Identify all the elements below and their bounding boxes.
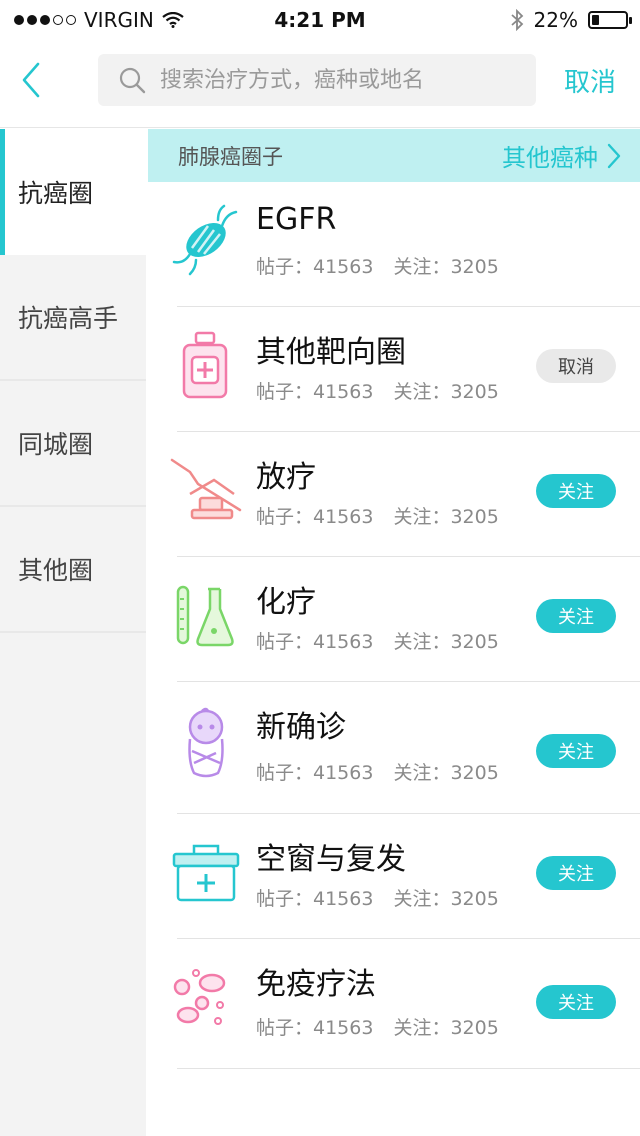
post-count: 帖子：41563 [256,256,374,278]
circle-stats: 帖子：41563 关注：3205 [256,502,499,529]
sidebar: 抗癌圈 抗癌高手 同城圈 其他圈 [0,129,146,1136]
follower-count: 关注：3205 [393,1017,499,1039]
follower-count: 关注：3205 [393,762,499,784]
circle-name: 化疗 [256,585,316,620]
cells-icon [173,969,226,1025]
post-count: 帖子：41563 [256,888,374,910]
unfollow-button[interactable]: 取消 [536,349,616,383]
follow-button[interactable]: 关注 [536,734,616,768]
follower-count: 关注：3205 [393,506,499,528]
circle-name: EGFR [256,202,337,237]
nav-bar: 取消 [0,40,640,128]
list-item[interactable]: 化疗 帖子：41563 关注：3205 关注 [148,557,640,682]
category-header: 肺腺癌圈子 其他癌种 [148,129,640,182]
bluetooth-icon [510,9,523,31]
circle-name: 其他靶向圈 [256,335,406,370]
radiotherapy-bed-icon [170,458,242,520]
list-item[interactable]: 放疗 帖子：41563 关注：3205 关注 [148,432,640,557]
list-item[interactable]: 免疫疗法 帖子：41563 关注：3205 关注 [148,939,640,1069]
category-title: 肺腺癌圈子 [178,144,283,169]
circle-stats: 帖子：41563 关注：3205 [256,758,499,785]
circle-name: 空窗与复发 [256,842,406,877]
post-count: 帖子：41563 [256,631,374,653]
follow-button[interactable]: 关注 [536,856,616,890]
sidebar-item-local-circle[interactable]: 同城圈 [0,381,146,507]
circle-stats: 帖子：41563 关注：3205 [256,377,499,404]
dna-icon [172,204,238,276]
other-cancer-types-label: 其他癌种 [502,144,598,172]
follow-button[interactable]: 关注 [536,599,616,633]
list-item[interactable]: 其他靶向圈 帖子：41563 关注：3205 取消 [148,307,640,432]
circle-stats: 帖子：41563 关注：3205 [256,252,499,279]
list-item[interactable]: 新确诊 帖子：41563 关注：3205 关注 [148,682,640,814]
sidebar-item-anticancer-experts[interactable]: 抗癌高手 [0,255,146,381]
flask-icon [176,585,234,647]
chevron-right-icon [607,143,621,168]
search-input[interactable] [160,67,500,93]
chevron-left-icon [22,62,40,98]
circle-name: 新确诊 [256,710,346,745]
medicine-bottle-icon [182,331,228,399]
sidebar-item-other-circles[interactable]: 其他圈 [0,507,146,633]
follower-count: 关注：3205 [393,888,499,910]
battery-fill [592,15,599,25]
row-divider [177,1068,640,1069]
list-item[interactable]: EGFR 帖子：41563 关注：3205 [148,182,640,307]
follower-count: 关注：3205 [393,381,499,403]
post-count: 帖子：41563 [256,506,374,528]
circle-list: EGFR 帖子：41563 关注：3205 其他靶向圈 帖子：41563 关注：… [148,182,640,1069]
search-icon [119,67,146,94]
battery-icon [588,11,632,29]
follower-count: 关注：3205 [393,256,499,278]
battery-percent: 22% [533,8,578,32]
status-right: 22% [510,8,632,32]
circle-stats: 帖子：41563 关注：3205 [256,884,499,911]
back-button[interactable] [14,58,54,102]
follow-button[interactable]: 关注 [536,985,616,1019]
post-count: 帖子：41563 [256,762,374,784]
search-bar[interactable] [98,54,536,106]
list-item[interactable]: 空窗与复发 帖子：41563 关注：3205 关注 [148,814,640,939]
circle-name: 放疗 [256,460,316,495]
follow-button[interactable]: 关注 [536,474,616,508]
status-bar: VIRGIN 4:21 PM 22% [0,0,640,40]
baby-icon [188,707,224,778]
post-count: 帖子：41563 [256,1017,374,1039]
other-cancer-types-link[interactable]: 其他癌种 [502,138,622,173]
circle-stats: 帖子：41563 关注：3205 [256,627,499,654]
post-count: 帖子：41563 [256,381,374,403]
circle-name: 免疫疗法 [256,967,376,1002]
follower-count: 关注：3205 [393,631,499,653]
first-aid-kit-icon [172,844,240,902]
sidebar-item-anticancer-circle[interactable]: 抗癌圈 [0,129,146,255]
cancel-button[interactable]: 取消 [564,62,616,99]
circle-stats: 帖子：41563 关注：3205 [256,1013,499,1040]
